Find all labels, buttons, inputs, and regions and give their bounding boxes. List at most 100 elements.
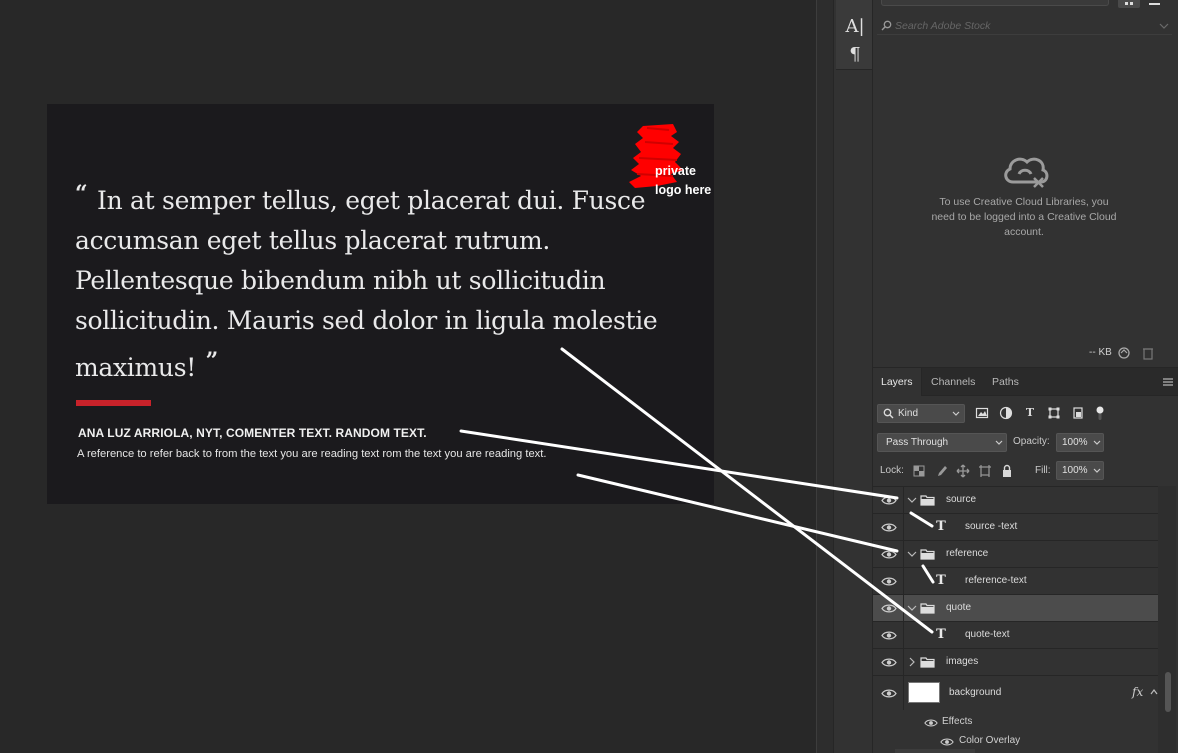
eye-icon[interactable] xyxy=(881,657,897,668)
layer-row-quote[interactable]: quote xyxy=(873,595,1158,622)
library-size-status: -- KB xyxy=(1089,347,1112,358)
eye-icon[interactable] xyxy=(881,495,897,506)
lock-artboard-icon[interactable] xyxy=(978,464,992,478)
folder-icon xyxy=(920,657,935,668)
cc-sync-icon[interactable] xyxy=(1116,346,1132,360)
chevron-down-icon xyxy=(1093,468,1101,473)
lock-fill-row: Lock: Fill: 100% xyxy=(877,461,1177,481)
horizontal-scrollbar[interactable] xyxy=(895,749,975,753)
effects-label[interactable]: Effects xyxy=(942,716,972,727)
lock-label: Lock: xyxy=(880,465,904,476)
logo-placeholder-label: private logo here xyxy=(655,164,712,197)
fill-field[interactable]: 100% xyxy=(1056,461,1104,480)
canvas-workspace[interactable]: “ In at semper tellus, eget placerat dui… xyxy=(0,0,816,753)
eye-icon[interactable] xyxy=(881,630,897,641)
lock-position-icon[interactable] xyxy=(956,464,970,478)
red-accent-rule xyxy=(76,400,151,406)
layer-row-reference[interactable]: reference xyxy=(873,541,1158,568)
layer-name: reference xyxy=(946,548,989,559)
right-panels: To use Creative Cloud Libraries, you nee… xyxy=(873,0,1178,753)
tab-layers[interactable]: Layers xyxy=(873,368,922,396)
chevron-down-icon[interactable] xyxy=(907,494,917,506)
eye-icon[interactable] xyxy=(881,576,897,587)
layer-row-source[interactable]: source xyxy=(873,487,1158,514)
source-text[interactable]: ANA LUZ ARRIOLA, NYT, COMENTER TEXT. RAN… xyxy=(78,426,427,440)
layer-thumbnail xyxy=(908,682,940,703)
layer-name: background xyxy=(949,687,1002,698)
paragraph-panel-icon[interactable]: ¶ xyxy=(842,44,868,66)
layer-row-source-text[interactable]: T source -text xyxy=(873,514,1158,541)
tab-channels[interactable]: Channels xyxy=(923,368,983,396)
pixel-filter-icon[interactable] xyxy=(975,406,989,420)
tab-paths[interactable]: Paths xyxy=(984,368,1027,396)
smart-object-filter-icon[interactable] xyxy=(1071,406,1085,420)
chevron-right-icon[interactable] xyxy=(907,656,917,668)
grid-view-icon[interactable] xyxy=(1118,0,1140,8)
visibility-separator xyxy=(903,676,904,710)
stock-search[interactable] xyxy=(877,17,1172,35)
layer-row-images[interactable]: images xyxy=(873,649,1158,676)
layer-name: source xyxy=(946,494,977,505)
chevron-down-icon[interactable] xyxy=(907,602,917,614)
shape-filter-icon[interactable] xyxy=(1047,406,1061,420)
color-overlay-effect[interactable]: Color Overlay xyxy=(959,735,1020,746)
layer-row-quote-text[interactable]: T quote-text xyxy=(873,622,1158,649)
layer-row-reference-text[interactable]: T reference-text xyxy=(873,568,1158,595)
filter-toggle-icon[interactable] xyxy=(1093,406,1107,420)
filter-kind-select[interactable]: Kind xyxy=(877,404,965,423)
layers-panel-tabs: Layers Channels Paths xyxy=(873,368,1178,396)
chevron-down-icon xyxy=(995,440,1003,445)
blend-opacity-row: Pass Through Opacity: 100% xyxy=(877,433,1177,453)
layer-name: reference-text xyxy=(965,575,1027,586)
list-view-icon[interactable] xyxy=(1144,0,1166,8)
chevron-down-icon[interactable] xyxy=(1159,22,1169,30)
stock-search-input[interactable] xyxy=(877,17,1172,35)
reference-text[interactable]: A reference to refer back to from the te… xyxy=(77,448,547,460)
blend-mode-select[interactable]: Pass Through xyxy=(877,433,1007,452)
eye-icon[interactable] xyxy=(881,688,897,699)
fx-icon[interactable]: fx xyxy=(1132,685,1143,699)
opacity-field[interactable]: 100% xyxy=(1056,433,1104,452)
eye-icon[interactable] xyxy=(881,549,897,560)
adjustment-filter-icon[interactable] xyxy=(999,406,1013,420)
eye-icon[interactable] xyxy=(881,522,897,533)
eye-icon[interactable] xyxy=(940,737,954,747)
visibility-separator xyxy=(903,595,904,621)
visibility-separator xyxy=(903,622,904,648)
folder-icon xyxy=(920,495,935,506)
opacity-value: 100% xyxy=(1062,437,1088,448)
search-icon xyxy=(883,408,894,419)
chevron-down-icon xyxy=(1093,440,1101,445)
type-layer-icon: T xyxy=(936,519,946,534)
layer-list: source T source -text reference T refere… xyxy=(873,486,1158,753)
visibility-separator xyxy=(903,541,904,567)
quote-body: In at semper tellus, eget placerat dui. … xyxy=(75,186,658,382)
trash-icon[interactable] xyxy=(1142,346,1154,360)
close-quote-mark: ” xyxy=(205,348,219,374)
type-filter-icon[interactable]: T xyxy=(1023,406,1037,420)
photoshop-window: “ In at semper tellus, eget placerat dui… xyxy=(0,0,1178,753)
type-layer-icon: T xyxy=(936,573,946,588)
chevron-down-icon[interactable] xyxy=(907,548,917,560)
lock-all-icon[interactable] xyxy=(1000,464,1014,478)
visibility-separator xyxy=(903,649,904,675)
creative-cloud-offline-icon xyxy=(1004,157,1049,188)
lock-transparency-icon[interactable] xyxy=(912,464,926,478)
character-panel-icon[interactable]: A| xyxy=(842,16,868,38)
folder-icon xyxy=(920,603,935,614)
eye-icon[interactable] xyxy=(924,718,938,728)
visibility-separator xyxy=(903,514,904,540)
layer-filter-row: Kind T xyxy=(877,404,1177,424)
open-quote-mark: “ xyxy=(75,181,88,207)
quote-text-block[interactable]: “ In at semper tellus, eget placerat dui… xyxy=(75,174,675,388)
chevron-up-icon[interactable] xyxy=(1150,688,1158,696)
scroll-thumb[interactable] xyxy=(1165,672,1171,712)
layer-row-background[interactable]: background fx xyxy=(873,676,1158,710)
library-select[interactable] xyxy=(881,0,1109,6)
layers-scrollbar[interactable] xyxy=(1158,486,1176,753)
lock-pixels-icon[interactable] xyxy=(934,464,948,478)
panel-menu-icon[interactable] xyxy=(1162,376,1174,388)
artboard[interactable]: “ In at semper tellus, eget placerat dui… xyxy=(47,104,714,504)
folder-icon xyxy=(920,549,935,560)
eye-icon[interactable] xyxy=(881,603,897,614)
